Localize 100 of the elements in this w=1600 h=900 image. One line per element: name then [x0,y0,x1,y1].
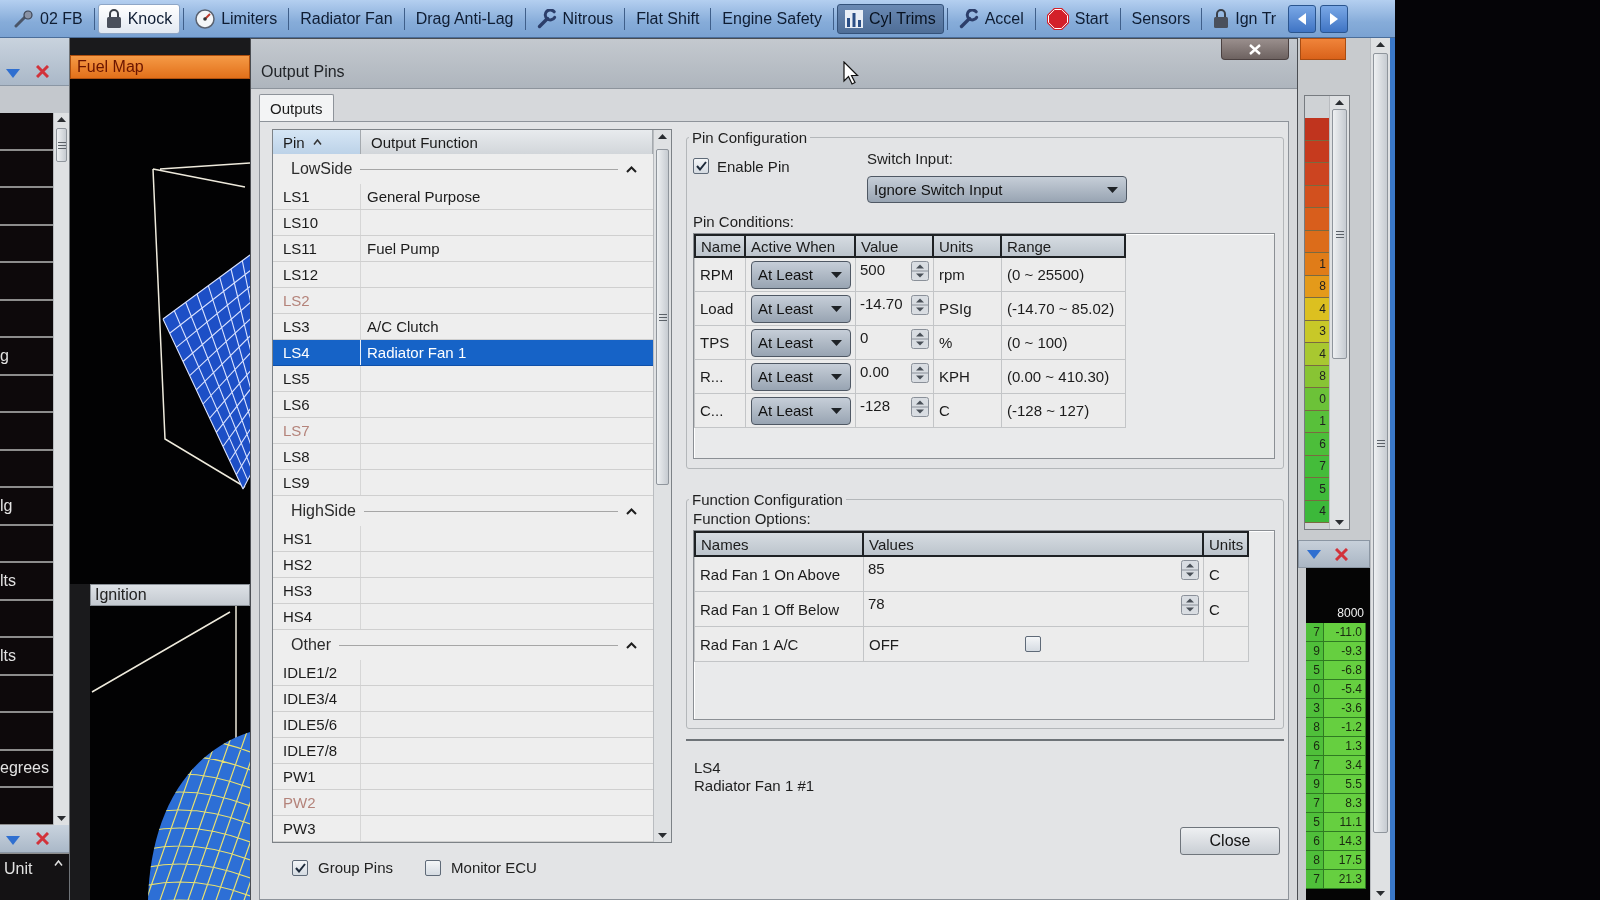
list-row[interactable] [0,113,53,151]
toolbar-tab[interactable]: Radiator Fan [292,3,401,34]
pin-row[interactable]: IDLE1/2 [273,660,653,686]
toolbar-tab[interactable]: Accel [950,3,1032,34]
list-row[interactable] [0,788,53,826]
list-row[interactable] [0,525,53,563]
pin-row[interactable]: PW1 [273,764,653,790]
caret-down-icon[interactable] [6,836,20,845]
scroll-thumb[interactable] [56,128,67,162]
list-row[interactable]: lts [0,563,53,601]
pin-row[interactable]: HS1 [273,526,653,552]
scrollbar[interactable] [1370,38,1390,900]
dropdown[interactable]: At Least [751,362,851,391]
scrollbar[interactable] [53,113,69,825]
chevron-up-icon[interactable] [626,641,637,649]
pin-row[interactable]: IDLE7/8 [273,738,653,764]
close-icon[interactable] [36,832,49,845]
pin-row[interactable]: LS9 [273,470,653,496]
pin-row[interactable]: PW3 [273,816,653,842]
scroll-thumb[interactable] [656,149,669,485]
spin-buttons-icon[interactable] [1181,595,1199,615]
pin-row[interactable]: LS8 [273,444,653,470]
toolbar-tab[interactable]: Start [1038,3,1117,34]
toolbar-tab[interactable]: 02 FB [6,3,91,34]
toolbar-tab[interactable]: Flat Shift [628,3,708,34]
toolbar-tab[interactable]: Ign Tr [1205,3,1285,34]
list-row[interactable] [0,263,53,301]
checkbox[interactable] [1025,636,1041,652]
spin-buttons-icon[interactable] [911,295,929,315]
scrollbar[interactable] [1329,96,1349,529]
pin-row[interactable]: LS1 General Purpose [273,184,653,210]
scroll-up-icon[interactable] [658,134,667,139]
tab[interactable]: Outputs [259,94,334,122]
toolbar-tab[interactable]: Sensors [1123,3,1199,34]
scroll-up-icon[interactable] [1376,42,1385,47]
scroll-left-button[interactable] [1288,4,1317,33]
toolbar-tab[interactable]: Drag Anti-Lag [407,3,522,34]
caret-down-icon[interactable] [1307,549,1321,559]
list-row[interactable] [0,225,53,263]
toolbar-tab[interactable]: Cyl Trims [836,3,944,34]
list-row[interactable] [0,675,53,713]
scrollbar[interactable] [653,130,671,842]
list-row[interactable] [0,450,53,488]
column-header[interactable]: Pin [273,130,361,154]
scroll-down-icon[interactable] [658,833,667,838]
pin-row[interactable]: IDLE5/6 [273,712,653,738]
column-header[interactable]: Output Function [361,130,653,154]
close-icon[interactable] [36,65,49,78]
list-row[interactable] [0,300,53,338]
spin-buttons-icon[interactable] [911,329,929,349]
window-close-button[interactable] [1221,39,1289,60]
pin-row[interactable]: HS2 [273,552,653,578]
scroll-down-icon[interactable] [1335,520,1344,525]
toolbar-tab[interactable]: Limiters [187,3,286,34]
list-row[interactable] [0,150,53,188]
number-input[interactable]: 500 [856,258,934,292]
list-row[interactable] [0,413,53,451]
list-row[interactable]: lts [0,638,53,676]
checkbox[interactable] [292,859,308,876]
number-input[interactable]: -128 [856,394,934,428]
dropdown[interactable]: At Least [751,260,851,289]
list-row[interactable]: lg [0,488,53,526]
scroll-thumb[interactable] [1332,109,1347,359]
pin-row[interactable]: LS10 [273,210,653,236]
scroll-down-icon[interactable] [57,816,66,821]
toolbar-tab[interactable]: Engine Safety [714,3,830,34]
scroll-up-icon[interactable] [1335,100,1344,105]
toolbar-tab[interactable]: Knock [97,3,181,34]
caret-down-icon[interactable] [6,69,20,78]
number-input[interactable]: -14.70 [856,292,934,326]
number-input[interactable]: 0 [856,326,934,360]
pin-row[interactable]: HS3 [273,578,653,604]
toolbar-tab[interactable]: Nitrous [528,3,622,34]
spin-buttons-icon[interactable] [911,363,929,383]
checkbox[interactable] [425,859,442,876]
chevron-up-icon[interactable] [626,165,637,173]
dropdown[interactable]: At Least [751,396,851,425]
number-input[interactable]: 78 [864,592,1204,627]
pin-row[interactable]: LS12 [273,262,653,288]
pin-row[interactable]: LS4 Radiator Fan 1 [273,340,653,366]
list-row[interactable] [0,188,53,226]
scroll-thumb[interactable] [1373,53,1388,833]
checkbox[interactable] [693,158,709,174]
dropdown[interactable]: At Least [751,294,851,323]
scroll-right-button[interactable] [1320,4,1349,33]
spin-buttons-icon[interactable] [911,397,929,417]
chevron-up-icon[interactable] [626,507,637,515]
number-input[interactable]: 0.00 [856,360,934,394]
number-input[interactable]: 85 [864,557,1204,592]
pin-row[interactable]: LS6 [273,392,653,418]
list-row[interactable] [0,713,53,751]
close-icon[interactable] [1335,547,1348,561]
list-row[interactable] [0,600,53,638]
pin-row[interactable]: LS11 Fuel Pump [273,236,653,262]
pin-row[interactable]: IDLE3/4 [273,686,653,712]
close-button[interactable]: Close [1180,827,1280,855]
list-row[interactable]: g [0,338,53,376]
scroll-up-icon[interactable] [57,117,66,122]
pin-row[interactable]: LS5 [273,366,653,392]
spin-buttons-icon[interactable] [911,261,929,281]
